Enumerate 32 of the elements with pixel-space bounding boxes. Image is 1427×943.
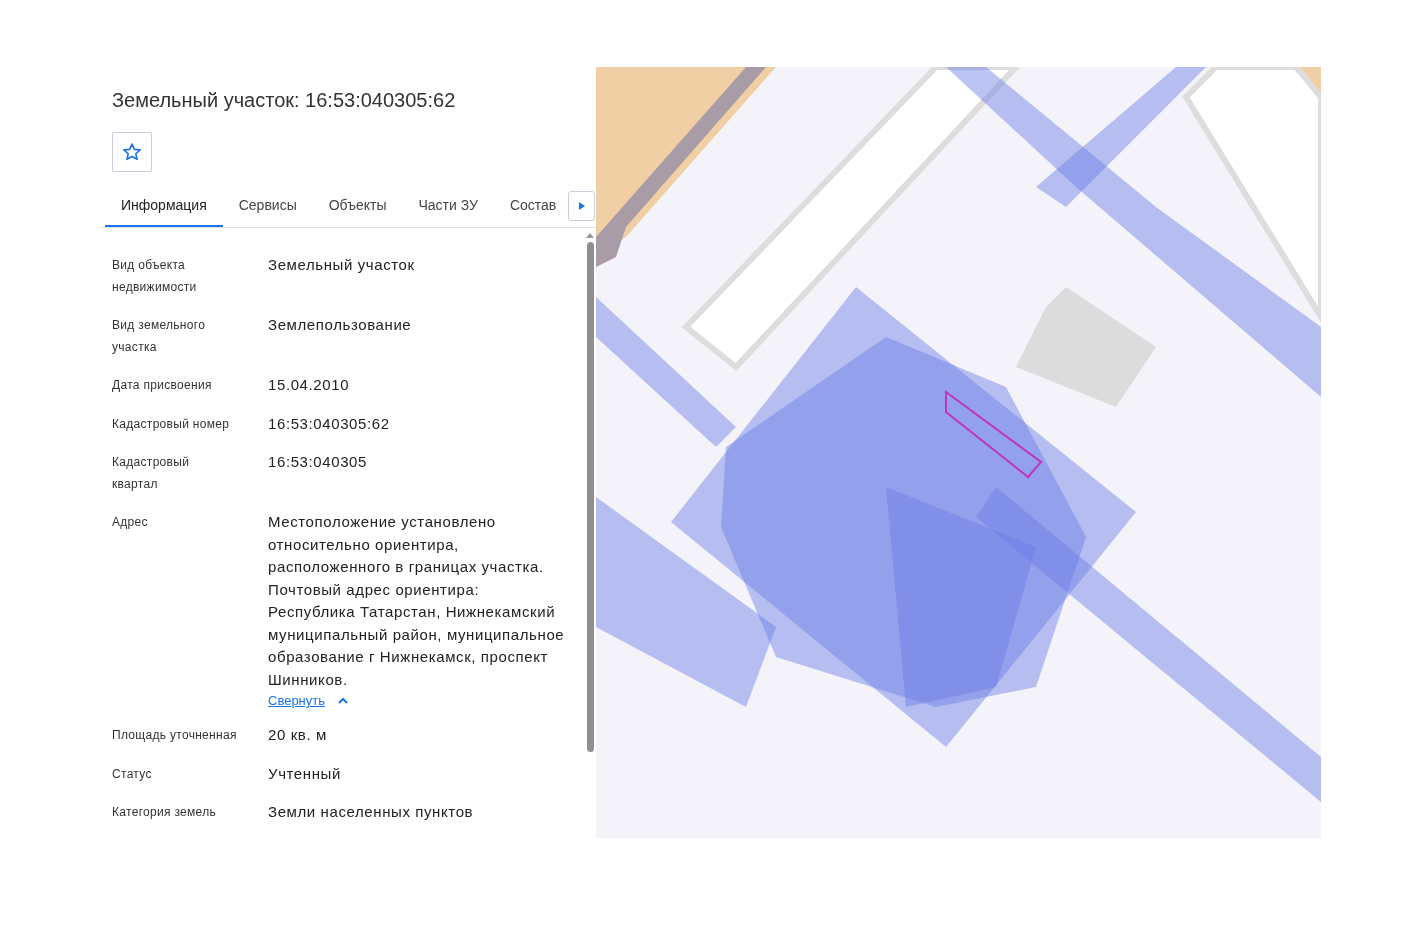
field-value: Землепользование bbox=[268, 315, 413, 335]
field-label: Адрес bbox=[112, 514, 149, 531]
scroll-tabs-button[interactable] bbox=[568, 190, 595, 221]
tab[interactable]: Сервисы bbox=[222, 190, 313, 227]
tab[interactable]: Объекты bbox=[312, 190, 403, 227]
field-value: 15.04.2010 bbox=[268, 375, 351, 395]
field-label: Дата присвоения bbox=[112, 377, 213, 394]
favorite-button[interactable] bbox=[112, 132, 152, 172]
scroll-up-icon[interactable] bbox=[586, 232, 594, 238]
tab[interactable]: Части ЗУ bbox=[402, 190, 494, 227]
field-label: Кадастровый квартал bbox=[112, 454, 191, 493]
triangle-right-icon bbox=[578, 201, 585, 210]
tab[interactable]: Состав bbox=[493, 190, 573, 227]
field-label: Вид земельного участка bbox=[112, 317, 207, 356]
field-label: Категория земель bbox=[112, 804, 218, 821]
star-icon bbox=[122, 142, 142, 162]
field-label: Кадастровый номер bbox=[112, 415, 231, 433]
field-label: Площадь уточненная bbox=[112, 727, 237, 744]
scrollbar-thumb[interactable] bbox=[586, 242, 594, 752]
field-value: 20 кв. м bbox=[268, 725, 328, 745]
field-value: 16:53:040305 bbox=[268, 452, 368, 472]
field-value: Земли населенных пунктов bbox=[268, 802, 475, 822]
field-value: Местоположение установлено относительно ориентира, расположенного в границах участка. Почтовый адрес ориентира: Республика Татарстан, Нижнекамский муниципальный район, муниципальное образование г Нижнекамск, проспект Шинников. bbox=[268, 512, 566, 690]
map-drawing[interactable] bbox=[596, 67, 1321, 838]
field-label: Вид объекта недвижимости bbox=[112, 257, 198, 296]
field-value: 16:53:040305:62 bbox=[268, 413, 391, 434]
field-label: Статус bbox=[112, 765, 153, 783]
tab[interactable]: Информация bbox=[105, 190, 223, 227]
field-value: Земельный участок bbox=[268, 255, 416, 275]
collapse-link[interactable]: Свернуть bbox=[268, 693, 325, 708]
field-value: Учтенный bbox=[268, 763, 342, 784]
parcel-title: Земельный участок: 16:53:040305:62 bbox=[112, 89, 457, 112]
